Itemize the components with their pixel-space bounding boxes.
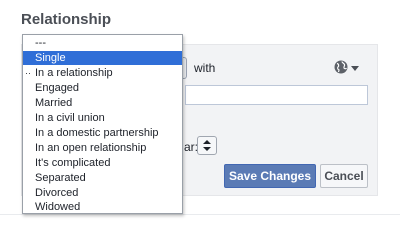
relationship-status-dropdown[interactable]: --- Single ·· In a relationship Engaged M…: [22, 34, 183, 214]
divider: [0, 214, 400, 215]
option-separated[interactable]: Separated: [23, 171, 182, 185]
option-in-a-relationship[interactable]: ·· In a relationship: [23, 66, 182, 80]
option-engaged[interactable]: Engaged: [23, 81, 182, 95]
save-changes-button[interactable]: Save Changes: [224, 164, 316, 188]
up-arrow-icon: [203, 140, 211, 144]
year-label: ar:: [184, 140, 199, 154]
privacy-dropdown-caret-icon[interactable]: [351, 66, 359, 71]
globe-icon[interactable]: [333, 59, 349, 75]
down-arrow-icon: [203, 147, 211, 151]
option-married[interactable]: Married: [23, 96, 182, 110]
partner-input[interactable]: [185, 85, 368, 105]
option-divorced[interactable]: Divorced: [23, 186, 182, 200]
current-option-marker: ··: [25, 68, 31, 78]
year-select[interactable]: [197, 136, 217, 155]
option-open-relationship[interactable]: In an open relationship: [23, 141, 182, 155]
option-single[interactable]: Single: [23, 51, 182, 65]
option-label: In a relationship: [35, 67, 113, 79]
option-domestic-partnership[interactable]: In a domestic partnership: [23, 126, 182, 140]
option-civil-union[interactable]: In a civil union: [23, 111, 182, 125]
with-label: with: [194, 61, 216, 75]
option-its-complicated[interactable]: It's complicated: [23, 156, 182, 170]
section-title: Relationship: [21, 11, 112, 28]
option-widowed[interactable]: Widowed: [23, 200, 182, 214]
cancel-button[interactable]: Cancel: [320, 164, 368, 188]
option-none[interactable]: ---: [23, 36, 182, 50]
